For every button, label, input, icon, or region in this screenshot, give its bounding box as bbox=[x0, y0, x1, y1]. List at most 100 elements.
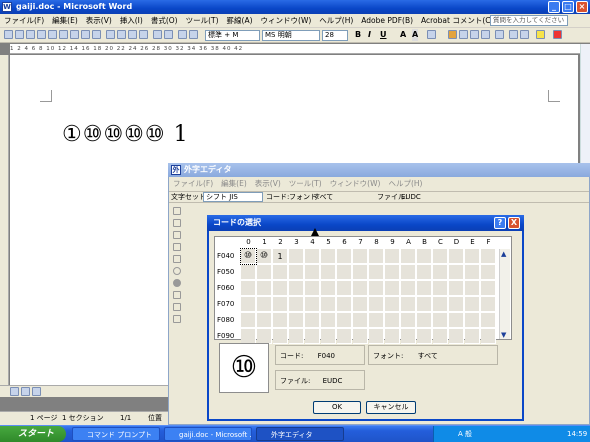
code-cell[interactable] bbox=[337, 313, 352, 328]
menu-tools[interactable]: ツール(T) bbox=[186, 15, 219, 26]
code-cell[interactable] bbox=[369, 281, 384, 296]
cut-icon[interactable] bbox=[106, 30, 115, 39]
code-cell[interactable] bbox=[369, 297, 384, 312]
style-dropdown[interactable]: 標準 + M bbox=[205, 30, 260, 41]
gaiji-editor-app-icon[interactable]: 外 bbox=[171, 165, 181, 175]
code-cell[interactable] bbox=[385, 297, 400, 312]
code-cell[interactable] bbox=[465, 329, 480, 344]
code-cell[interactable] bbox=[417, 281, 432, 296]
start-button[interactable]: スタート bbox=[0, 426, 66, 442]
code-cell[interactable] bbox=[241, 265, 256, 280]
code-cell[interactable] bbox=[385, 265, 400, 280]
word-app-icon[interactable]: W bbox=[2, 2, 12, 12]
code-cell[interactable] bbox=[353, 265, 368, 280]
code-cell[interactable] bbox=[481, 265, 496, 280]
email-icon[interactable] bbox=[48, 30, 57, 39]
undo-icon[interactable] bbox=[153, 30, 162, 39]
code-cell[interactable]: ⑩ bbox=[257, 249, 272, 264]
ge-menu-tools[interactable]: ツール(T) bbox=[289, 178, 322, 189]
code-cell[interactable] bbox=[273, 329, 288, 344]
permission-icon[interactable] bbox=[37, 30, 46, 39]
char-shading-button[interactable]: A bbox=[412, 29, 419, 41]
code-cell[interactable] bbox=[273, 297, 288, 312]
code-cell[interactable] bbox=[433, 313, 448, 328]
char-scale-icon[interactable] bbox=[427, 30, 436, 39]
code-cell[interactable] bbox=[369, 313, 384, 328]
menu-acrobat-comment[interactable]: Acrobat コメント(C) bbox=[421, 15, 493, 26]
filled-ellipse-icon[interactable] bbox=[173, 279, 181, 287]
close-icon[interactable]: × bbox=[576, 1, 588, 13]
code-cell[interactable] bbox=[305, 249, 320, 264]
code-cell[interactable] bbox=[273, 281, 288, 296]
code-cell[interactable] bbox=[449, 281, 464, 296]
code-cell[interactable] bbox=[337, 265, 352, 280]
line-spacing-icon[interactable] bbox=[495, 30, 504, 39]
scroll-down-icon[interactable]: ▼ bbox=[501, 331, 506, 339]
code-cell[interactable] bbox=[289, 329, 304, 344]
ime-indicator[interactable]: A 般 bbox=[458, 426, 472, 442]
code-cell[interactable] bbox=[353, 249, 368, 264]
code-cell[interactable] bbox=[289, 297, 304, 312]
select-freeform-icon[interactable] bbox=[173, 303, 181, 311]
font-color-icon[interactable] bbox=[553, 30, 562, 39]
code-cell[interactable] bbox=[433, 265, 448, 280]
code-cell[interactable] bbox=[385, 249, 400, 264]
rectangle-icon[interactable] bbox=[173, 243, 181, 251]
ok-button[interactable]: OK bbox=[313, 401, 361, 414]
code-cell[interactable] bbox=[305, 297, 320, 312]
menu-help[interactable]: ヘルプ(H) bbox=[319, 15, 353, 26]
code-cell[interactable] bbox=[353, 313, 368, 328]
charset-select[interactable]: シフト JIS bbox=[203, 192, 263, 202]
code-cell[interactable]: ⑩ bbox=[240, 248, 257, 265]
char-border-button[interactable]: A bbox=[400, 29, 406, 41]
code-cell[interactable] bbox=[433, 281, 448, 296]
code-cell[interactable] bbox=[257, 329, 272, 344]
menu-file[interactable]: ファイル(F) bbox=[4, 15, 44, 26]
hyperlink-icon[interactable] bbox=[178, 30, 187, 39]
code-cell[interactable] bbox=[449, 313, 464, 328]
ellipse-icon[interactable] bbox=[173, 267, 181, 275]
code-cell[interactable] bbox=[337, 281, 352, 296]
code-cell[interactable] bbox=[321, 249, 336, 264]
task-word[interactable]: gaiji.doc - Microsoft ... bbox=[164, 427, 252, 441]
help-search-input[interactable]: 質問を入力してください bbox=[490, 15, 568, 26]
save-icon[interactable] bbox=[26, 30, 35, 39]
code-cell[interactable] bbox=[433, 297, 448, 312]
code-cell[interactable] bbox=[305, 329, 320, 344]
menu-adobe-pdf[interactable]: Adobe PDF(B) bbox=[361, 16, 413, 25]
tables-icon[interactable] bbox=[189, 30, 198, 39]
underline-button[interactable]: U bbox=[380, 29, 387, 41]
code-cell[interactable] bbox=[353, 281, 368, 296]
menu-table[interactable]: 罫線(A) bbox=[227, 15, 253, 26]
code-cell[interactable] bbox=[241, 313, 256, 328]
code-cell[interactable] bbox=[305, 313, 320, 328]
code-cell[interactable] bbox=[401, 265, 416, 280]
italic-button[interactable]: I bbox=[368, 29, 371, 41]
code-cell[interactable] bbox=[337, 329, 352, 344]
code-cell[interactable] bbox=[305, 281, 320, 296]
code-cell[interactable] bbox=[289, 265, 304, 280]
code-cell[interactable] bbox=[465, 249, 480, 264]
align-center-icon[interactable] bbox=[459, 30, 468, 39]
menu-insert[interactable]: 挿入(I) bbox=[120, 15, 143, 26]
code-cell[interactable] bbox=[401, 281, 416, 296]
pencil-icon[interactable] bbox=[173, 207, 181, 215]
code-cell[interactable] bbox=[369, 265, 384, 280]
new-icon[interactable] bbox=[4, 30, 13, 39]
help-icon[interactable]: ? bbox=[494, 217, 506, 229]
code-cell[interactable] bbox=[449, 249, 464, 264]
code-cell[interactable] bbox=[257, 313, 272, 328]
code-cell[interactable] bbox=[369, 329, 384, 344]
code-cell[interactable] bbox=[481, 313, 496, 328]
code-cell[interactable] bbox=[481, 281, 496, 296]
research-icon[interactable] bbox=[92, 30, 101, 39]
menu-edit[interactable]: 編集(E) bbox=[52, 15, 78, 26]
code-cell[interactable] bbox=[241, 281, 256, 296]
numbering-icon[interactable] bbox=[509, 30, 518, 39]
font-size-dropdown[interactable]: 28 bbox=[322, 30, 348, 41]
code-grid-scrollbar[interactable] bbox=[499, 249, 510, 339]
brush-icon[interactable] bbox=[173, 219, 181, 227]
menu-window[interactable]: ウィンドウ(W) bbox=[261, 15, 312, 26]
code-cell[interactable] bbox=[353, 297, 368, 312]
code-cell[interactable] bbox=[465, 297, 480, 312]
